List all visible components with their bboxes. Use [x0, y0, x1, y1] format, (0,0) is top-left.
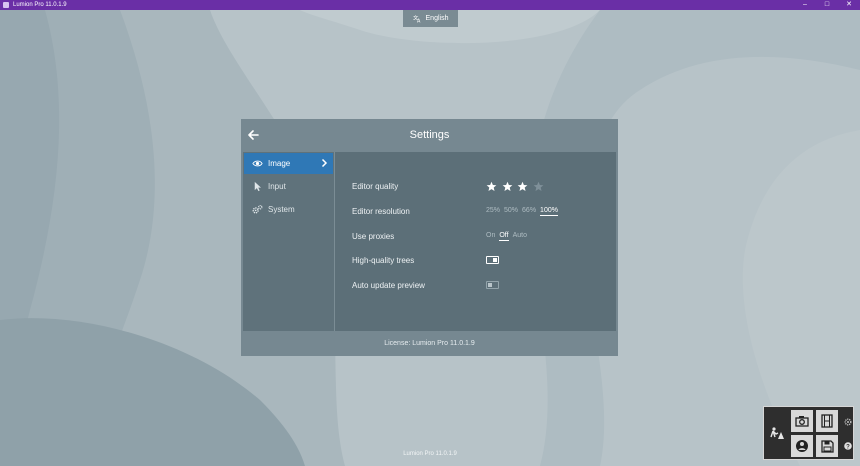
- sidebar-item-system[interactable]: System: [244, 199, 333, 220]
- settings-title: Settings: [409, 129, 450, 141]
- star-filled-icon[interactable]: [517, 181, 528, 192]
- sidebar-item-label: System: [268, 205, 295, 214]
- gears-icon: [252, 204, 263, 215]
- settings-button[interactable]: [843, 417, 853, 427]
- settings-sidebar: Image Input System: [243, 152, 335, 331]
- proxies-option-off[interactable]: Off: [499, 232, 509, 241]
- app-icon: [3, 2, 9, 8]
- toggle-knob: [488, 283, 492, 287]
- use-proxies-options: On Off Auto: [486, 229, 531, 243]
- build-mode-icon: [769, 427, 784, 439]
- window-controls: – □ ✕: [794, 0, 860, 10]
- close-button[interactable]: ✕: [838, 0, 860, 10]
- resolution-option-25[interactable]: 25%: [486, 207, 500, 215]
- svg-text:A: A: [417, 19, 421, 23]
- sidebar-item-image[interactable]: Image: [244, 153, 333, 174]
- eye-icon: [252, 158, 263, 169]
- license-text: License: Lumion Pro 11.0.1.9: [384, 340, 475, 347]
- window-title: Lumion Pro 11.0.1.9: [13, 2, 67, 8]
- movie-mode-icon: [821, 414, 833, 428]
- translate-icon: 文 A: [413, 14, 421, 23]
- panorama-mode-button[interactable]: [791, 435, 813, 457]
- language-selector[interactable]: 文 A English: [403, 10, 458, 27]
- maximize-button[interactable]: □: [816, 0, 838, 10]
- editor-quality-stars: [486, 179, 548, 193]
- toggle-knob: [493, 258, 497, 262]
- save-icon: [820, 439, 834, 453]
- auto-update-preview-toggle[interactable]: [486, 281, 499, 289]
- proxies-option-auto[interactable]: Auto: [513, 232, 527, 240]
- sidebar-item-input[interactable]: Input: [244, 176, 333, 197]
- settings-icon: [844, 418, 852, 426]
- minimize-button[interactable]: –: [794, 0, 816, 10]
- resolution-option-100[interactable]: 100%: [540, 207, 558, 216]
- editor-quality-label: Editor quality: [352, 181, 399, 191]
- resolution-option-66[interactable]: 66%: [522, 207, 536, 215]
- movie-mode-button[interactable]: [816, 410, 838, 432]
- chevron-right-icon: [321, 158, 328, 168]
- high-quality-trees-toggle[interactable]: [486, 256, 499, 264]
- proxies-option-on[interactable]: On: [486, 232, 495, 240]
- settings-body: Image Input System Editor quality Editor…: [243, 152, 616, 331]
- language-label: English: [425, 15, 449, 22]
- auto-update-preview-control: [486, 278, 499, 292]
- settings-content: Editor quality Editor resolution 25% 50%…: [335, 152, 616, 331]
- star-filled-icon[interactable]: [502, 181, 513, 192]
- 360-panorama-icon: [796, 440, 808, 452]
- help-glyph: ?: [846, 444, 850, 450]
- build-mode-button[interactable]: [765, 408, 788, 458]
- cursor-icon: [252, 181, 263, 192]
- version-text: Lumion Pro 11.0.1.9: [403, 451, 457, 457]
- back-arrow-icon[interactable]: [246, 128, 260, 142]
- editor-resolution-label: Editor resolution: [352, 206, 410, 216]
- mode-panel: ?: [763, 406, 854, 460]
- star-empty-icon[interactable]: [533, 181, 544, 192]
- photo-mode-button[interactable]: [791, 410, 813, 432]
- title-bar: Lumion Pro 11.0.1.9 – □ ✕: [0, 0, 860, 10]
- help-button[interactable]: ?: [843, 441, 853, 451]
- settings-header: Settings: [241, 119, 618, 152]
- help-icon: ?: [844, 442, 852, 450]
- editor-resolution-options: 25% 50% 66% 100%: [486, 204, 562, 218]
- sidebar-item-label: Image: [268, 159, 291, 168]
- auto-update-preview-label: Auto update preview: [352, 280, 425, 290]
- high-quality-trees-label: High-quality trees: [352, 255, 415, 265]
- star-filled-icon[interactable]: [486, 181, 497, 192]
- resolution-option-50[interactable]: 50%: [504, 207, 518, 215]
- save-button[interactable]: [816, 435, 838, 457]
- photo-mode-icon: [795, 416, 809, 427]
- high-quality-trees-control: [486, 253, 499, 267]
- sidebar-item-label: Input: [268, 182, 286, 191]
- use-proxies-label: Use proxies: [352, 231, 395, 241]
- settings-dialog: Settings Image Input System Editor quali…: [241, 119, 618, 356]
